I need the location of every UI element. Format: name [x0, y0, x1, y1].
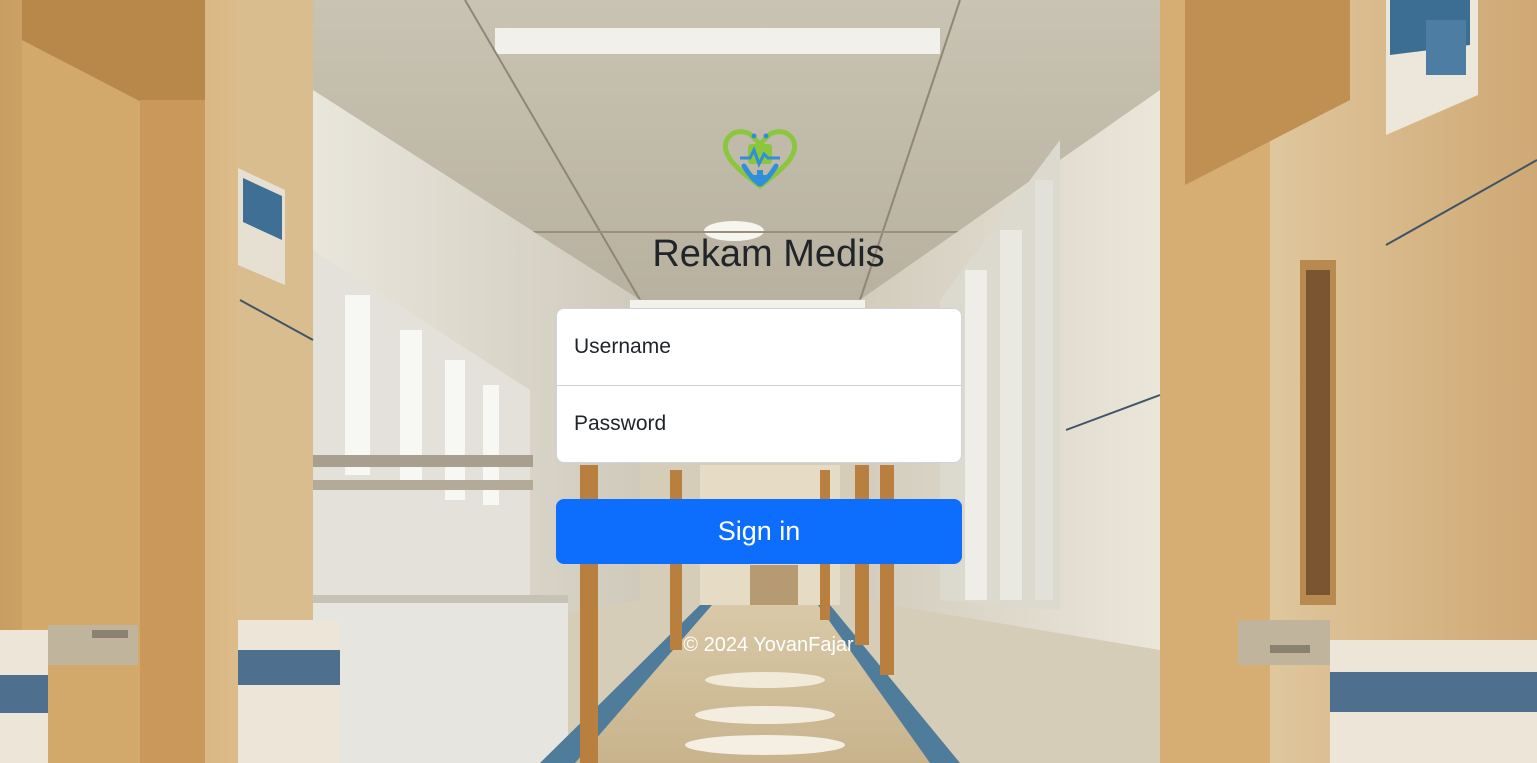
login-form [556, 308, 962, 463]
login-page: Rekam Medis Sign in © 2024 YovanFajar [0, 0, 1537, 763]
footer-copyright: © 2024 YovanFajar [683, 634, 854, 656]
username-input[interactable] [556, 308, 962, 386]
password-input[interactable] [556, 385, 962, 463]
heart-stethoscope-icon [722, 129, 798, 190]
sign-in-button[interactable]: Sign in [556, 499, 962, 564]
page-title: Rekam Medis [652, 233, 885, 275]
